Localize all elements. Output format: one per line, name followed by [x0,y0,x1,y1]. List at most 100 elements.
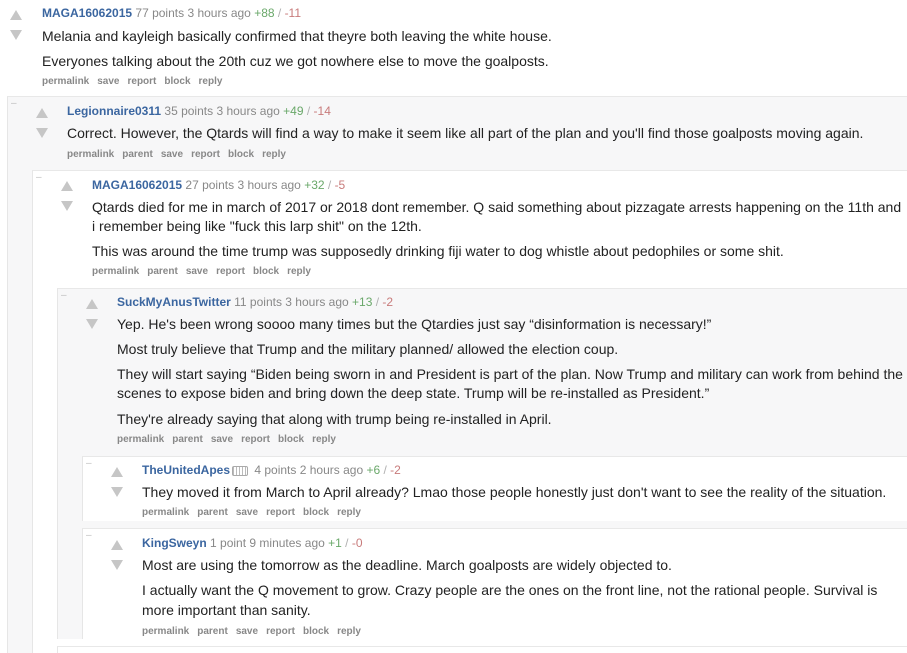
downvote-count: -0 [351,536,363,550]
save-button[interactable]: save [161,149,183,160]
author-link[interactable]: MAGA16062015 [42,6,132,20]
score: 1 point [210,536,247,550]
comment-text: Everyones talking about the 20th cuz we … [42,53,549,69]
reply-button[interactable]: reply [199,76,223,87]
permalink-button[interactable]: permalink [142,507,189,518]
comment-text: They moved it from March to April alread… [142,484,887,500]
comment-text: Yep. He's been wrong soooo many times bu… [117,316,712,332]
score: 35 points [164,104,214,118]
permalink-button[interactable]: permalink [142,626,189,637]
upvote-arrow-icon[interactable] [111,467,123,477]
author-link[interactable]: TheUnitedApes [142,463,230,477]
permalink-button[interactable]: permalink [92,266,139,277]
comment-buttons: permalink parent save report block reply [142,626,369,638]
report-button[interactable]: report [191,149,220,160]
timestamp[interactable]: 9 minutes ago [249,536,324,550]
score: 4 points [254,463,297,477]
timestamp[interactable]: 3 hours ago [285,295,348,309]
block-button[interactable]: block [228,149,254,160]
collapse-toggle[interactable]: – [86,459,92,469]
comment-buttons: permalink save report block reply [42,76,230,88]
timestamp[interactable]: 2 hours ago [300,463,363,477]
comment-text: i remember being like "fuck this larp sh… [92,218,422,234]
save-button[interactable]: save [236,507,258,518]
downvote-count: -11 [284,6,302,20]
user-flair-icon [232,465,249,476]
report-button[interactable]: report [216,266,245,277]
downvote-arrow-icon[interactable] [111,560,123,570]
collapse-toggle[interactable]: – [61,291,67,301]
downvote-count: -5 [334,178,346,192]
upvote-arrow-icon[interactable] [36,108,48,118]
timestamp[interactable]: 3 hours ago [237,178,300,192]
comment-text: This was around the time trump was suppo… [92,243,784,259]
reply-button[interactable]: reply [337,626,361,637]
downvote-count: -2 [390,463,401,477]
save-button[interactable]: save [211,434,233,445]
downvote-arrow-icon[interactable] [10,30,22,40]
score: 27 points [185,178,235,192]
upvote-count: +32 [304,178,325,192]
comment-tagline: Legionnaire0311 35 points 3 hours ago +4… [67,104,331,118]
comment-tagline: MAGA16062015 27 points 3 hours ago +32 /… [92,178,346,192]
comment-buttons: permalink parent save report block reply [117,434,344,446]
block-button[interactable]: block [303,626,329,637]
save-button[interactable]: save [186,266,208,277]
permalink-button[interactable]: permalink [67,149,114,160]
upvote-arrow-icon[interactable] [61,181,73,191]
score: 11 points [234,295,282,309]
author-link[interactable]: KingSweyn [142,536,207,550]
comment-text: Melania and kayleigh basically confirmed… [42,28,552,44]
parent-button[interactable]: parent [172,434,203,445]
permalink-button[interactable]: permalink [42,76,89,87]
reply-button[interactable]: reply [287,266,311,277]
parent-button[interactable]: parent [122,149,153,160]
report-button[interactable]: report [128,76,157,87]
collapse-toggle[interactable]: – [11,99,17,109]
block-button[interactable]: block [278,434,304,445]
downvote-arrow-icon[interactable] [61,201,73,211]
comment-tagline: KingSweyn 1 point 9 minutes ago +1 / -0 [142,536,363,550]
downvote-count: -14 [313,104,331,118]
comment-text: I actually want the Q movement to grow. … [142,582,878,598]
score: 77 points [135,6,185,20]
save-button[interactable]: save [236,626,258,637]
downvote-arrow-icon[interactable] [86,319,98,329]
upvote-arrow-icon[interactable] [111,540,123,550]
timestamp[interactable]: 3 hours ago [216,104,279,118]
collapse-toggle[interactable]: – [36,173,42,183]
downvote-arrow-icon[interactable] [111,487,123,497]
author-link[interactable]: MAGA16062015 [92,178,182,192]
report-button[interactable]: report [266,507,295,518]
collapse-toggle[interactable]: – [86,531,92,541]
parent-button[interactable]: parent [147,266,178,277]
block-button[interactable]: block [164,76,190,87]
comment-text: Most are using the tomorrow as the deadl… [142,557,672,573]
save-button[interactable]: save [97,76,119,87]
reply-button[interactable]: reply [337,507,361,518]
timestamp[interactable]: 3 hours ago [187,6,250,20]
block-button[interactable]: block [253,266,279,277]
block-button[interactable]: block [303,507,329,518]
upvote-arrow-icon[interactable] [10,10,22,20]
comment-tagline: MAGA16062015 77 points 3 hours ago +88 /… [42,6,302,20]
report-button[interactable]: report [266,626,295,637]
downvote-count: -2 [382,295,394,309]
author-link[interactable]: Legionnaire0311 [67,104,161,118]
upvote-count: +6 [366,463,381,477]
comment-buttons: permalink parent save report block reply [67,149,294,161]
comment-text: Most truly believe that Trump and the mi… [117,341,619,357]
parent-button[interactable]: parent [197,626,228,637]
upvote-arrow-icon[interactable] [86,299,98,309]
comment-buttons: permalink parent save report block reply [142,507,369,519]
report-button[interactable]: report [241,434,270,445]
parent-button[interactable]: parent [197,507,228,518]
author-link[interactable]: SuckMyAnusTwitter [117,295,231,309]
reply-button[interactable]: reply [262,149,286,160]
permalink-button[interactable]: permalink [117,434,164,445]
comment-buttons: permalink parent save report block reply [92,266,319,278]
comment-tagline: TheUnitedApes 4 points 2 hours ago +6 / … [142,463,401,477]
downvote-arrow-icon[interactable] [36,128,48,138]
comment-tagline: SuckMyAnusTwitter 11 points 3 hours ago … [117,295,394,309]
reply-button[interactable]: reply [312,434,336,445]
